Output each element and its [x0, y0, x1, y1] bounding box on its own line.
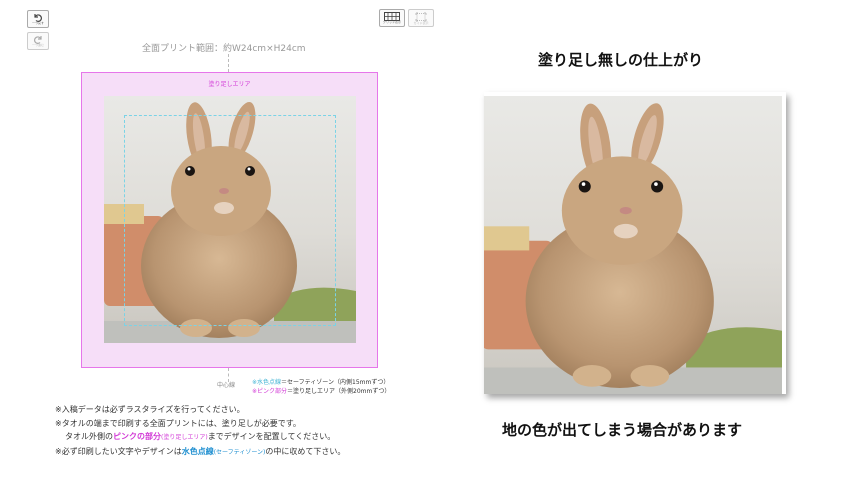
center-line-label: 中心線 — [217, 382, 236, 389]
preview-image — [484, 96, 782, 394]
redo-label: 一つ進む — [31, 43, 44, 47]
legend-bleed-desc: ＝塗り足しエリア（外側20mmずつ） — [287, 388, 391, 395]
note-bleed-placement-post: までデザインを配置してください。 — [207, 432, 336, 441]
legend-bleed-key: ※ピンク部分 — [252, 388, 288, 395]
guide-toggle-button[interactable]: ガイド表示 — [408, 9, 434, 27]
legend-safe-zone-key: ※水色点線 — [252, 379, 282, 386]
note-bleed-required: ※タオルの端まで印刷する全面プリントには、塗り足しが必要です。 — [55, 419, 301, 428]
note-bleed-placement-pre: タオル外側の — [65, 432, 113, 441]
center-guide-top — [228, 54, 229, 72]
grid-toggle-button[interactable]: グリッド表示 — [379, 9, 405, 27]
note-cyan-dotted: 水色点線 — [181, 447, 214, 456]
safe-zone-guide — [124, 115, 336, 326]
note-safe-zone-post: の中に収めて下さい。 — [265, 447, 346, 456]
legend-safe-zone: ※水色点線＝セーフティゾーン（内側15mmずつ） — [252, 377, 389, 386]
note-bleed-placement: タオル外側のピンクの部分(塗り足しエリア)までデザインを配置してください。 — [65, 431, 335, 442]
preview-caption: 地の色が出てしまう場合があります — [502, 421, 743, 439]
bunny-photo-preview — [484, 96, 782, 394]
note-rasterize: ※入稿データは必ずラスタライズを行ってください。 — [55, 405, 245, 414]
note-pink-part-sub: (塗り足しエリア) — [161, 434, 208, 441]
note-cyan-dotted-sub: (セーフティゾーン) — [213, 449, 266, 456]
undo-label: 一つ戻す — [31, 21, 44, 25]
preview-heading: 塗り足し無しの仕上がり — [538, 51, 704, 69]
note-safe-zone: ※必ず印刷したい文字やデザインは水色点線(セーフティゾーン)の中に収めて下さい。 — [55, 446, 345, 457]
print-range-label: 全面プリント範囲：約W24cm×H24cm — [142, 44, 306, 54]
note-pink-part: ピンクの部分 — [113, 432, 161, 441]
guide-label: ガイド表示 — [413, 20, 429, 25]
redo-button[interactable]: 一つ進む — [27, 32, 49, 50]
legend-safe-zone-desc: ＝セーフティゾーン（内側15mmずつ） — [281, 379, 390, 386]
note-safe-zone-pre: ※必ず印刷したい文字やデザインは — [55, 447, 182, 456]
legend-bleed: ※ピンク部分＝塗り足しエリア（外側20mmずつ） — [252, 386, 390, 395]
bleed-area-label: 塗り足しエリア — [208, 81, 251, 88]
guide-frame-icon — [415, 11, 427, 22]
undo-button[interactable]: 一つ戻す — [27, 10, 49, 28]
grid-label: グリッド表示 — [382, 20, 401, 24]
